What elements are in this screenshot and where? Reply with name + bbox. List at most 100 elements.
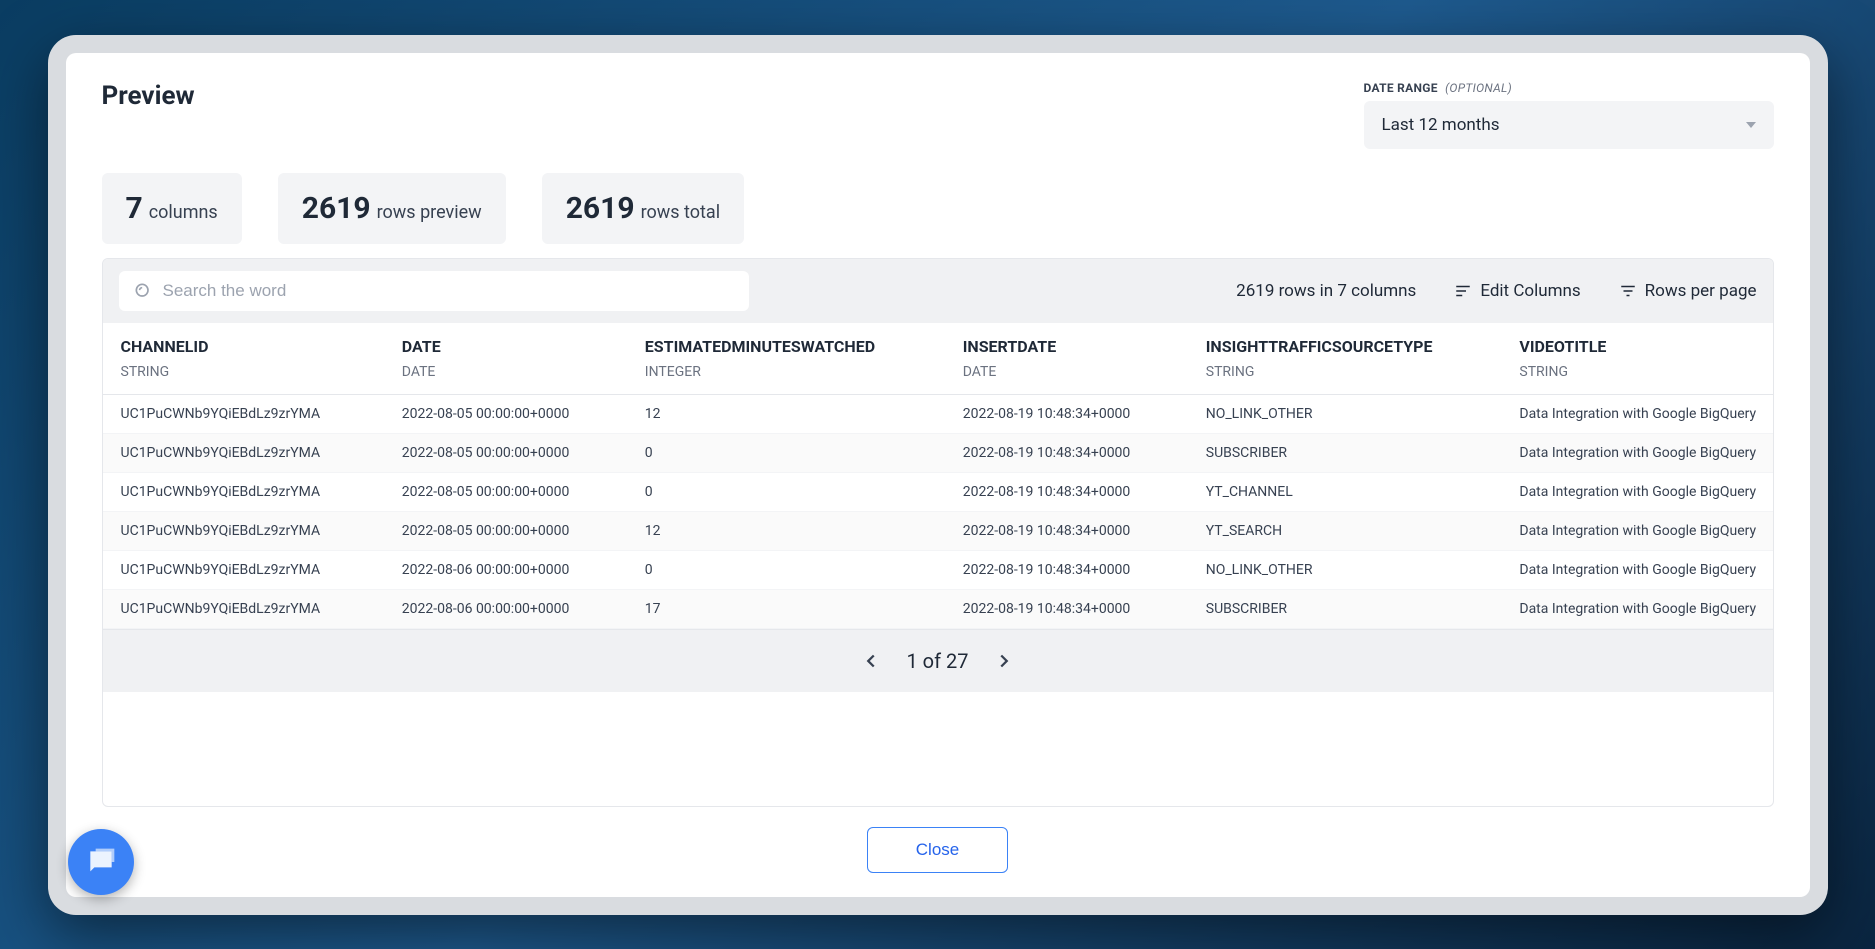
modal-footer: Close [102,827,1774,873]
column-header[interactable]: INSIGHTTRAFFICSOURCETYPE STRING [1188,323,1502,395]
table-cell: 2022-08-19 10:48:34+0000 [945,433,1188,472]
column-name: ESTIMATEDMINUTESWATCHED [645,337,875,356]
modal-header: Preview DATE RANGE (OPTIONAL) Last 12 mo… [102,81,1774,149]
rows-columns-summary: 2619 rows in 7 columns [1236,281,1416,301]
chevron-down-icon [1746,122,1756,128]
date-range-label: DATE RANGE (OPTIONAL) [1364,81,1774,95]
column-type: STRING [1519,364,1772,380]
preview-modal: Preview DATE RANGE (OPTIONAL) Last 12 mo… [66,53,1810,897]
table-cell: SUBSCRIBER [1188,433,1502,472]
table-cell: UC1PuCWNb9YQiEBdLz9zrYMA [103,433,384,472]
table-cell: 0 [627,472,945,511]
stat-columns: 7 columns [102,173,242,244]
column-type: DATE [402,364,609,380]
search-box[interactable] [119,271,749,311]
table-row[interactable]: UC1PuCWNb9YQiEBdLz9zrYMA2022-08-05 00:00… [103,472,1773,511]
table-toolbar: 2619 rows in 7 columns Edit Columns Rows… [103,259,1773,323]
table-cell: SUBSCRIBER [1188,589,1502,628]
stat-columns-label: columns [149,202,218,223]
table-cell: YT_SEARCH [1188,511,1502,550]
rows-per-page-button[interactable]: Rows per page [1619,281,1757,301]
chevron-right-icon [993,650,1015,672]
table-cell: UC1PuCWNb9YQiEBdLz9zrYMA [103,589,384,628]
column-type: DATE [963,364,1170,380]
table-row[interactable]: UC1PuCWNb9YQiEBdLz9zrYMA2022-08-05 00:00… [103,394,1773,433]
table-cell: 2022-08-05 00:00:00+0000 [384,394,627,433]
table-cell: 0 [627,550,945,589]
edit-columns-label: Edit Columns [1480,281,1580,301]
date-range-label-text: DATE RANGE [1364,81,1438,95]
table-cell: 2022-08-19 10:48:34+0000 [945,394,1188,433]
close-button[interactable]: Close [867,827,1008,873]
prev-page-button[interactable] [856,646,886,676]
table-cell: Data Integration with Google BigQuery [1501,589,1772,628]
column-type: STRING [121,364,366,380]
table-cell: 2022-08-05 00:00:00+0000 [384,511,627,550]
table-cell: UC1PuCWNb9YQiEBdLz9zrYMA [103,511,384,550]
column-header[interactable]: INSERTDATE DATE [945,323,1188,395]
column-name: CHANNELID [121,337,209,356]
column-name: INSIGHTTRAFFICSOURCETYPE [1206,337,1433,356]
column-name: DATE [402,337,441,356]
column-name: VIDEOTITLE [1519,337,1606,356]
filter-icon [1619,282,1637,300]
stat-rows-preview: 2619 rows preview [278,173,506,244]
table-cell: 2022-08-05 00:00:00+0000 [384,433,627,472]
stat-columns-value: 7 [126,191,143,226]
table-head: CHANNELID STRING DATE DATE ESTIMATEDMINUTESW… [103,323,1773,395]
modal-title: Preview [102,81,195,111]
table-cell: 12 [627,511,945,550]
search-input[interactable] [163,281,735,301]
pagination-text: 1 of 27 [906,649,968,673]
table-cell: UC1PuCWNb9YQiEBdLz9zrYMA [103,550,384,589]
table-cell: 2022-08-19 10:48:34+0000 [945,550,1188,589]
column-header[interactable]: CHANNELID STRING [103,323,384,395]
table-row[interactable]: UC1PuCWNb9YQiEBdLz9zrYMA2022-08-06 00:00… [103,589,1773,628]
stat-rows-total-label: rows total [641,202,721,223]
column-type: STRING [1206,364,1484,380]
stat-rows-preview-value: 2619 [302,191,371,226]
table-cell: NO_LINK_OTHER [1188,394,1502,433]
column-name: INSERTDATE [963,337,1056,356]
table-cell: 2022-08-19 10:48:34+0000 [945,472,1188,511]
table-cell: 12 [627,394,945,433]
app-frame: Preview DATE RANGE (OPTIONAL) Last 12 mo… [48,35,1828,915]
table-cell: Data Integration with Google BigQuery [1501,394,1772,433]
table-cell: UC1PuCWNb9YQiEBdLz9zrYMA [103,472,384,511]
table-cell: 2022-08-06 00:00:00+0000 [384,550,627,589]
column-header[interactable]: ESTIMATEDMINUTESWATCHED INTEGER [627,323,945,395]
pagination: 1 of 27 [103,629,1773,692]
column-header[interactable]: DATE DATE [384,323,627,395]
date-range-field: DATE RANGE (OPTIONAL) Last 12 months [1364,81,1774,149]
edit-columns-icon [1454,282,1472,300]
table-cell: Data Integration with Google BigQuery [1501,472,1772,511]
data-table: CHANNELID STRING DATE DATE ESTIMATEDMINUTESW… [103,323,1773,629]
next-page-button[interactable] [989,646,1019,676]
table-cell: Data Integration with Google BigQuery [1501,511,1772,550]
table-scroll[interactable]: CHANNELID STRING DATE DATE ESTIMATEDMINUTESW… [103,323,1773,629]
rows-per-page-label: Rows per page [1645,281,1757,301]
date-range-value: Last 12 months [1382,115,1500,135]
stat-rows-preview-label: rows preview [377,202,482,223]
column-type: INTEGER [645,364,927,380]
search-icon [133,281,153,301]
chat-widget-button[interactable] [68,829,134,895]
table-cell: 2022-08-05 00:00:00+0000 [384,472,627,511]
table-cell: Data Integration with Google BigQuery [1501,433,1772,472]
column-header[interactable]: VIDEOTITLE STRING [1501,323,1772,395]
table-cell: NO_LINK_OTHER [1188,550,1502,589]
table-cell: 0 [627,433,945,472]
chat-icon [85,846,117,878]
table-cell: YT_CHANNEL [1188,472,1502,511]
table-cell: 2022-08-19 10:48:34+0000 [945,589,1188,628]
table-row[interactable]: UC1PuCWNb9YQiEBdLz9zrYMA2022-08-05 00:00… [103,433,1773,472]
date-range-select[interactable]: Last 12 months [1364,101,1774,149]
table-row[interactable]: UC1PuCWNb9YQiEBdLz9zrYMA2022-08-06 00:00… [103,550,1773,589]
stat-rows-total: 2619 rows total [542,173,744,244]
stats-row: 7 columns 2619 rows preview 2619 rows to… [102,173,1774,244]
table-body: UC1PuCWNb9YQiEBdLz9zrYMA2022-08-05 00:00… [103,394,1773,628]
table-cell: 2022-08-19 10:48:34+0000 [945,511,1188,550]
stat-rows-total-value: 2619 [566,191,635,226]
table-row[interactable]: UC1PuCWNb9YQiEBdLz9zrYMA2022-08-05 00:00… [103,511,1773,550]
edit-columns-button[interactable]: Edit Columns [1454,281,1580,301]
